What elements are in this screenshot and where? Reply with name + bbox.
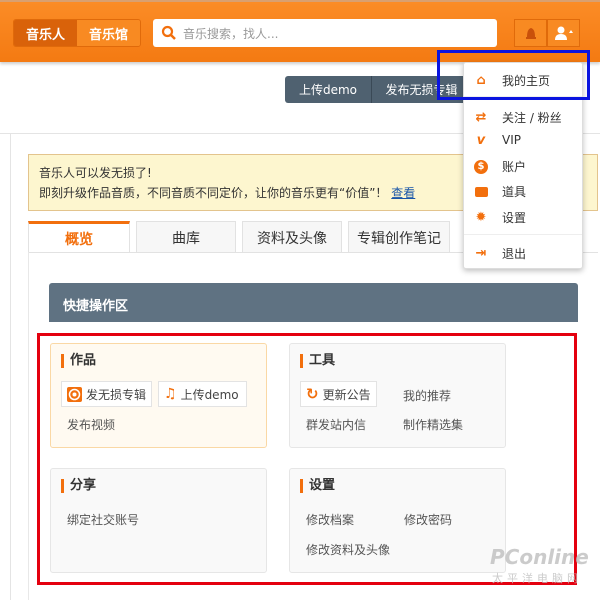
search-input[interactable]: 音乐搜索，找人... <box>153 19 497 47</box>
label: 设置 <box>502 211 527 225</box>
menu-item-vip[interactable]: v VIP <box>474 132 521 148</box>
toolbox-icon <box>474 185 488 199</box>
nav-musician[interactable]: 音乐人 <box>14 20 77 46</box>
label: 道具 <box>502 185 527 199</box>
dollar-icon: $ <box>474 159 488 174</box>
gear-icon: ✹ <box>475 210 487 225</box>
highlight-box-blue <box>437 50 590 100</box>
menu-item-account[interactable]: $ 账户 <box>474 158 526 175</box>
tab-library[interactable]: 曲库 <box>136 221 236 253</box>
logout-icon: ⇥ <box>475 246 487 261</box>
nav-music-hall[interactable]: 音乐馆 <box>77 20 140 46</box>
upload-demo-button[interactable]: 上传demo <box>285 76 372 103</box>
user-icon <box>554 26 573 40</box>
tab-overview[interactable]: 概览 <box>28 221 130 253</box>
label: 退出 <box>502 247 527 261</box>
tab-album-notes[interactable]: 专辑创作笔记 <box>348 221 450 253</box>
divider <box>464 234 582 235</box>
label: 账户 <box>502 160 527 174</box>
divider <box>28 252 29 600</box>
menu-item-follow[interactable]: ⇄ 关注 / 粉丝 <box>474 109 562 126</box>
tab-profile[interactable]: 资料及头像 <box>242 221 342 253</box>
notice-view-link[interactable]: 查看 <box>391 186 415 200</box>
divider <box>10 134 11 600</box>
search-icon <box>161 25 176 40</box>
vip-icon: v <box>476 132 486 148</box>
watermark-sub: 太平洋电脑网 <box>492 572 582 585</box>
notice-line2: 即刻升级作品音质，不同音质不同定价，让你的音乐更有“价值”！ <box>39 186 388 200</box>
menu-item-logout[interactable]: ⇥ 退出 <box>474 245 526 262</box>
bell-icon <box>525 28 536 39</box>
search-placeholder: 音乐搜索，找人... <box>183 26 279 41</box>
notification-button[interactable] <box>514 19 547 47</box>
swap-arrows-icon: ⇄ <box>475 110 487 125</box>
user-menu-button[interactable] <box>547 19 580 47</box>
quick-actions-header: 快捷操作区 <box>49 283 578 322</box>
menu-item-props[interactable]: 道具 <box>474 183 526 200</box>
label: 关注 / 粉丝 <box>502 111 562 125</box>
watermark-logo: PConline <box>490 545 589 569</box>
menu-item-settings[interactable]: ✹ 设置 <box>474 209 526 226</box>
nav-switch: 音乐人 音乐馆 <box>13 19 141 47</box>
label: VIP <box>502 133 521 147</box>
